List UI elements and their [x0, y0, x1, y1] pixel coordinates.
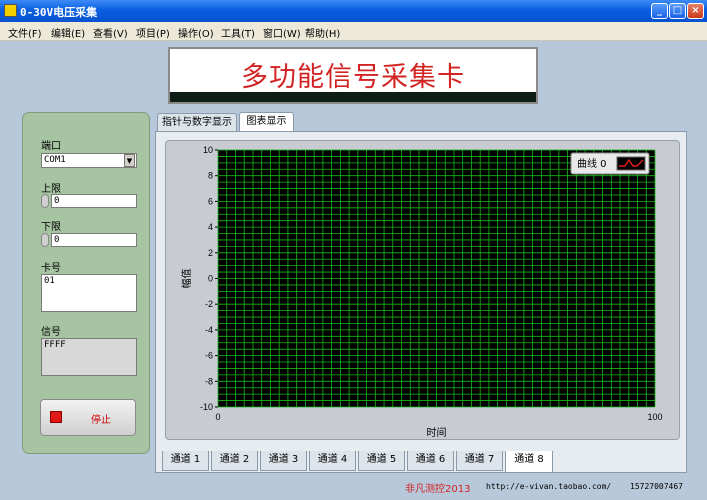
menu-project[interactable]: 项目(P)	[136, 25, 170, 40]
waveform-chart: 1086420-2-4-6-8-100 100时间幅值曲线 0	[180, 145, 663, 439]
window-title: 0-30V电压采集	[20, 6, 98, 19]
banner: 多功能信号采集卡	[168, 47, 538, 104]
y-tick-label: -4	[205, 325, 213, 335]
stop-button-label: 停止	[91, 415, 111, 426]
app-icon	[4, 4, 17, 17]
menu-view[interactable]: 查看(V)	[93, 25, 128, 40]
signal-label: 信号	[41, 327, 61, 338]
port-select[interactable]: COM1	[41, 153, 137, 168]
y-axis-label: 幅值	[180, 269, 193, 289]
chart-frame: 10 8 6 4 2 0 -2 -4 -6 -8 -10 0 100 时间 幅值 曲线 0	[165, 140, 680, 440]
lower-limit-label: 下限	[41, 222, 61, 233]
tab-chart[interactable]: 图表显示	[239, 112, 294, 132]
y-tick-label: -2	[205, 299, 213, 309]
y-tick-label: -10	[200, 402, 213, 412]
tab-channel-4[interactable]: 通道 4	[309, 451, 356, 471]
tab-channel-8[interactable]: 通道 8	[505, 451, 553, 473]
tab-gauge-digital[interactable]: 指针与数字显示	[157, 113, 237, 132]
upper-limit-label: 上限	[41, 184, 61, 195]
upper-limit-input[interactable]: 0	[51, 194, 137, 208]
lower-limit-spinner-icon[interactable]	[41, 233, 49, 247]
title-bar: 0-30V电压采集 _ □ ×	[0, 0, 707, 22]
minimize-button[interactable]: _	[651, 3, 668, 19]
y-tick-label: -6	[205, 351, 213, 361]
stop-indicator-icon	[50, 411, 62, 423]
y-tick-label: 8	[208, 171, 213, 181]
tab-channel-7[interactable]: 通道 7	[456, 451, 503, 471]
footer-url[interactable]: http://e-vivan.taobao.com/	[486, 482, 611, 491]
menu-file[interactable]: 文件(F)	[8, 25, 42, 40]
y-tick-label: 4	[208, 222, 213, 232]
upper-limit-spinner-icon[interactable]	[41, 194, 49, 208]
chevron-down-icon[interactable]: ▼	[124, 154, 135, 167]
menu-help[interactable]: 帮助(H)	[305, 25, 340, 40]
menu-operate[interactable]: 操作(O)	[178, 25, 214, 40]
y-tick-label: -8	[205, 376, 213, 386]
card-number-input[interactable]: 01	[41, 274, 137, 312]
tab-channel-1[interactable]: 通道 1	[162, 451, 209, 471]
y-tick-label: 0	[208, 274, 213, 284]
menu-tools[interactable]: 工具(T)	[221, 25, 255, 40]
footer-phone: 15727007467	[630, 482, 683, 491]
x-tick-label: 0	[215, 412, 220, 422]
menu-window[interactable]: 窗口(W)	[263, 25, 301, 40]
x-tick-label: 100	[647, 412, 662, 422]
tab-channel-6[interactable]: 通道 6	[407, 451, 454, 471]
banner-title: 多功能信号采集卡	[241, 62, 465, 93]
y-tick-label: 2	[208, 248, 213, 258]
footer-brand: 非凡测控2013	[405, 484, 471, 495]
menu-edit[interactable]: 编辑(E)	[51, 25, 85, 40]
close-button[interactable]: ×	[687, 3, 704, 19]
control-panel: 端口 COM1 ▼ 上限 0 下限 0 卡号 01 信号 FFFF 停止	[22, 112, 150, 454]
y-tick-label: 10	[203, 145, 213, 155]
tab-channel-5[interactable]: 通道 5	[358, 451, 405, 471]
lower-limit-input[interactable]: 0	[51, 233, 137, 247]
tab-channel-3[interactable]: 通道 3	[260, 451, 307, 471]
port-value: COM1	[44, 155, 66, 165]
menu-bar: 文件(F) 编辑(E) 查看(V) 项目(P) 操作(O) 工具(T) 窗口(W…	[0, 22, 707, 41]
banner-strip	[170, 92, 536, 102]
maximize-button[interactable]: □	[669, 3, 686, 19]
x-axis-label: 时间	[427, 426, 447, 439]
port-label: 端口	[41, 141, 61, 152]
y-tick-label: 6	[208, 196, 213, 206]
tab-channel-2[interactable]: 通道 2	[211, 451, 258, 471]
legend-series-name: 曲线 0	[577, 157, 607, 170]
card-number-label: 卡号	[41, 263, 61, 274]
signal-display: FFFF	[41, 338, 137, 376]
stop-button[interactable]: 停止	[40, 399, 136, 436]
